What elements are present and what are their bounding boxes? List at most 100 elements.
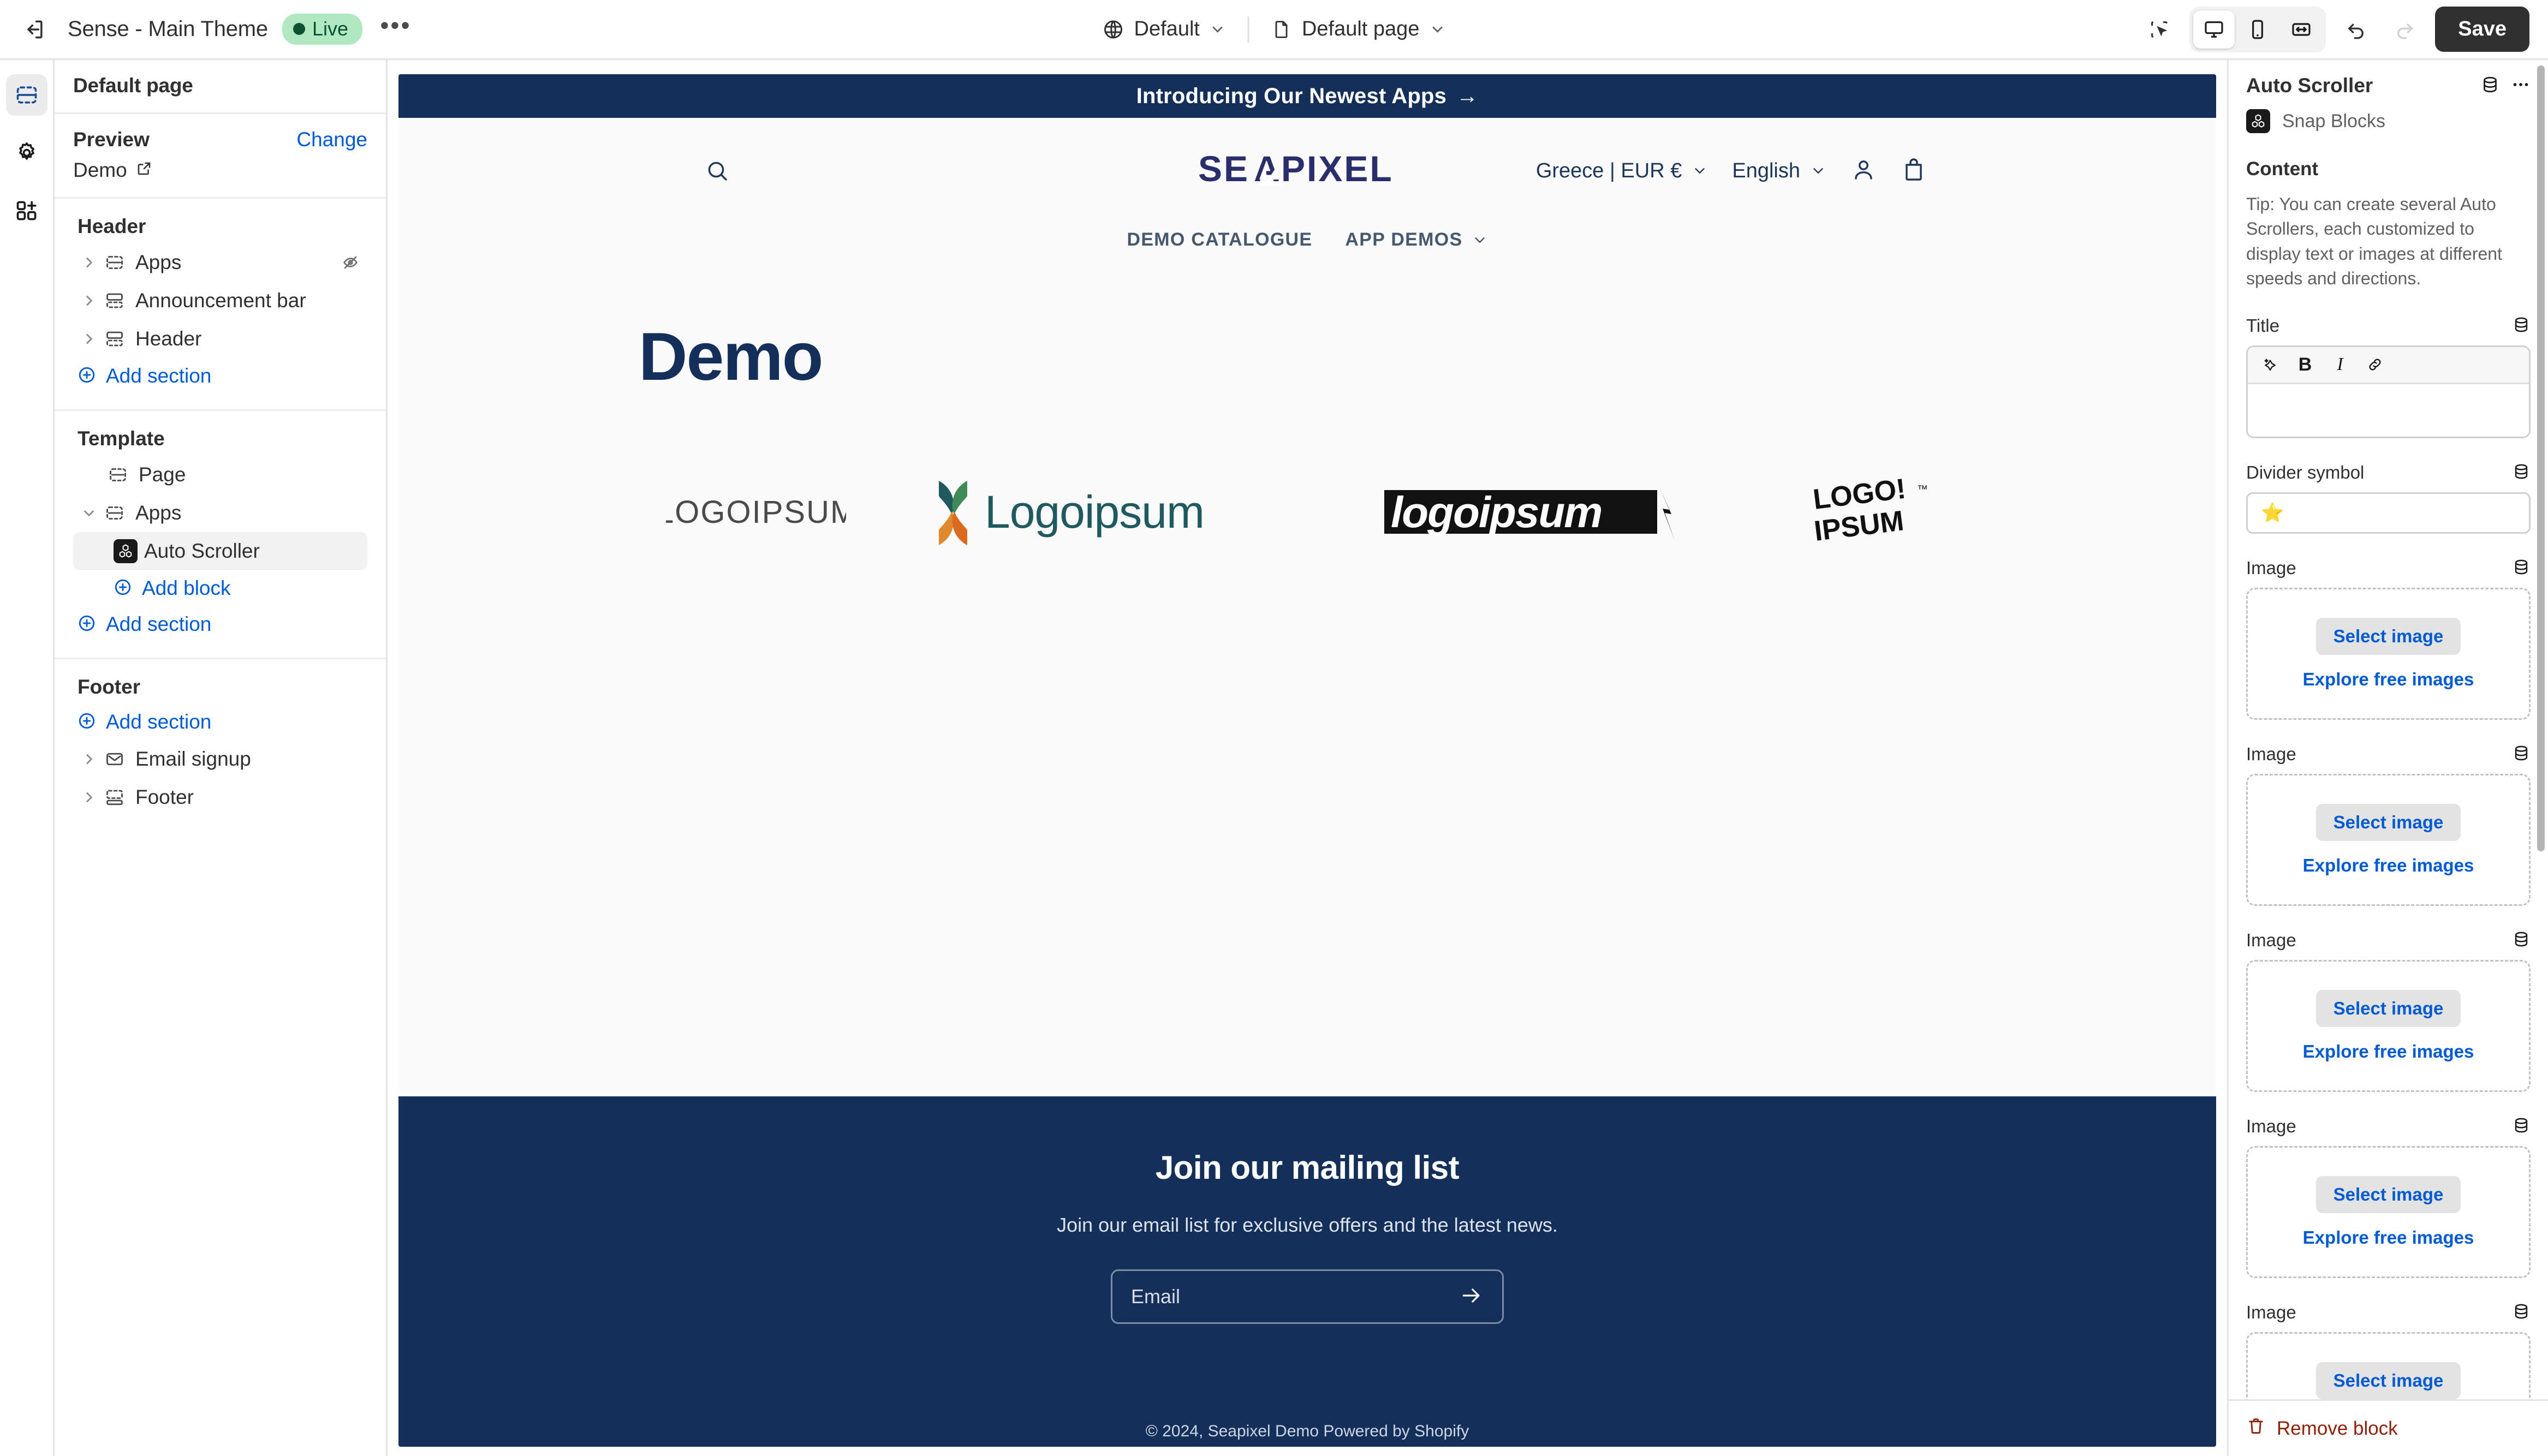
page-heading: Demo [639, 319, 824, 395]
newsletter-submit-arrow-right-icon[interactable] [1460, 1284, 1484, 1310]
image-field-label: Image [2246, 930, 2296, 951]
database-icon[interactable] [2512, 315, 2531, 337]
device-fullscreen-button[interactable] [2281, 10, 2322, 49]
undo-icon[interactable] [2337, 10, 2375, 49]
image-dropzone[interactable]: Select image Explore free images [2246, 773, 2531, 906]
panel-scrollbar[interactable] [2537, 65, 2545, 851]
database-icon[interactable] [2512, 1116, 2531, 1137]
sidebar-item-page[interactable]: Page [73, 456, 367, 494]
bold-button[interactable]: B [2290, 351, 2320, 378]
more-dots-glyph: ••• [380, 10, 412, 39]
nav-item-app-demos[interactable]: APP DEMOS [1345, 229, 1487, 250]
theme-name: Sense - Main Theme [68, 17, 268, 41]
explore-free-images-link[interactable]: Explore free images [2303, 855, 2474, 876]
chevron-right-icon[interactable] [78, 790, 100, 804]
announcement-bar[interactable]: Introducing Our Newest Apps → [398, 74, 2216, 118]
sidebar-item-announcement-bar[interactable]: Announcement bar [73, 282, 367, 320]
add-section-button-footer[interactable]: Add section [73, 704, 367, 740]
sidebar-item-header-apps[interactable]: Apps [73, 243, 367, 282]
image-dropzone[interactable]: Select image Explore free images [2246, 1145, 2531, 1278]
person-icon[interactable] [1850, 157, 1877, 186]
snap-blocks-icon [2246, 109, 2270, 133]
more-dots-icon[interactable]: ••• [377, 10, 415, 49]
inspector-icon[interactable] [2140, 10, 2178, 49]
page-selector[interactable]: Default page [1259, 11, 1458, 47]
select-image-button[interactable]: Select image [2315, 617, 2461, 655]
chevron-down-icon[interactable] [78, 506, 100, 520]
preview-row: Preview Change [73, 128, 367, 151]
database-icon[interactable] [2512, 744, 2531, 765]
rail-sections-icon[interactable] [5, 74, 47, 116]
sidebar-item-template-apps[interactable]: Apps [73, 494, 367, 532]
select-image-button[interactable]: Select image [2315, 803, 2461, 841]
database-icon[interactable] [2512, 930, 2531, 951]
newsletter-form[interactable]: Email [1111, 1269, 1504, 1324]
region-currency-selector[interactable]: Greece | EUR € [1536, 159, 1708, 183]
divider-symbol-input[interactable]: ⭐ [2246, 492, 2531, 534]
add-block-button[interactable]: Add block [73, 570, 367, 606]
store-preview: Introducing Our Newest Apps → SE A PIXEL… [398, 74, 2216, 1447]
divider-field-label: Divider symbol [2246, 462, 2365, 483]
eye-off-icon[interactable] [341, 253, 360, 272]
preview-change-link[interactable]: Change [296, 128, 367, 151]
select-image-button[interactable]: Select image [2315, 1175, 2461, 1213]
database-icon[interactable] [2480, 75, 2500, 97]
logo-item-4: LOGO! IPSUM ™ [1811, 473, 1949, 551]
sparkle-icon[interactable] [2255, 351, 2285, 378]
image-dropzone[interactable]: Select image Explore free images [2246, 587, 2531, 720]
top-bar-left: Sense - Main Theme Live ••• [0, 10, 415, 49]
external-link-icon [136, 159, 152, 182]
add-section-button-header[interactable]: Add section [73, 358, 367, 394]
rail-settings-gear-icon[interactable] [6, 132, 47, 174]
database-icon[interactable] [2512, 1302, 2531, 1323]
image-dropzone[interactable]: Select image Explore free images [2246, 1332, 2531, 1399]
image-field-3: Image Select image Explore free images [2246, 930, 2531, 1092]
link-icon[interactable] [2360, 351, 2390, 378]
locale-selector-label: Default [1134, 17, 1200, 40]
select-image-button[interactable]: Select image [2315, 1362, 2461, 1399]
explore-free-images-link[interactable]: Explore free images [2303, 1227, 2474, 1248]
chevron-right-icon[interactable] [78, 255, 100, 270]
remove-block-button[interactable]: Remove block [2246, 1416, 2398, 1441]
rail-apps-grid-plus-icon[interactable] [6, 190, 47, 231]
sidebar-item-header[interactable]: Header [73, 320, 367, 358]
italic-button[interactable]: I [2325, 351, 2355, 378]
nav-item-demo-catalogue[interactable]: DEMO CATALOGUE [1127, 229, 1312, 250]
database-icon[interactable] [2512, 462, 2531, 484]
search-icon[interactable] [704, 158, 730, 184]
shopping-bag-icon[interactable] [1901, 157, 1927, 186]
sidebar-item-auto-scroller[interactable]: Auto Scroller [73, 532, 367, 570]
select-image-button[interactable]: Select image [2315, 989, 2461, 1027]
image-dropzone[interactable]: Select image Explore free images [2246, 959, 2531, 1092]
image-field-4: Image Select image Explore free images [2246, 1116, 2531, 1278]
panel-title: Auto Scroller [2246, 74, 2373, 97]
chevron-right-icon[interactable] [78, 294, 100, 308]
sidebar-item-footer[interactable]: Footer [73, 778, 367, 816]
email-input-placeholder[interactable]: Email [1131, 1285, 1460, 1308]
theme-editor-app: Sense - Main Theme Live ••• Default Defa… [0, 0, 2548, 1456]
title-input[interactable] [2248, 384, 2529, 437]
top-bar-center: Default Default page [1091, 11, 1458, 47]
group-heading-header: Header [78, 215, 146, 237]
more-dots-icon[interactable] [2511, 75, 2531, 97]
locale-selector[interactable]: Default [1091, 11, 1238, 47]
envelope-icon [100, 749, 129, 769]
device-mobile-button[interactable] [2237, 10, 2278, 49]
language-selector[interactable]: English [1732, 159, 1826, 183]
exit-icon[interactable] [15, 10, 53, 49]
image-field-3-label-row: Image [2246, 930, 2531, 951]
chevron-right-icon[interactable] [78, 332, 100, 346]
chevron-down-icon [1213, 26, 1223, 33]
add-section-button-template[interactable]: Add section [73, 606, 367, 642]
panel-app-name: Snap Blocks [2282, 110, 2385, 132]
save-button[interactable]: Save [2435, 7, 2529, 52]
explore-free-images-link[interactable]: Explore free images [2303, 669, 2474, 690]
preview-value-row[interactable]: Demo [73, 159, 367, 182]
store-logo[interactable]: SE A PIXEL [1198, 148, 1416, 193]
sidebar-item-email-signup[interactable]: Email signup [73, 740, 367, 778]
database-icon[interactable] [2512, 558, 2531, 579]
chevron-right-icon[interactable] [78, 752, 100, 766]
explore-free-images-link[interactable]: Explore free images [2303, 1041, 2474, 1062]
preview-label: Preview [73, 128, 150, 151]
device-desktop-button[interactable] [2193, 10, 2235, 49]
